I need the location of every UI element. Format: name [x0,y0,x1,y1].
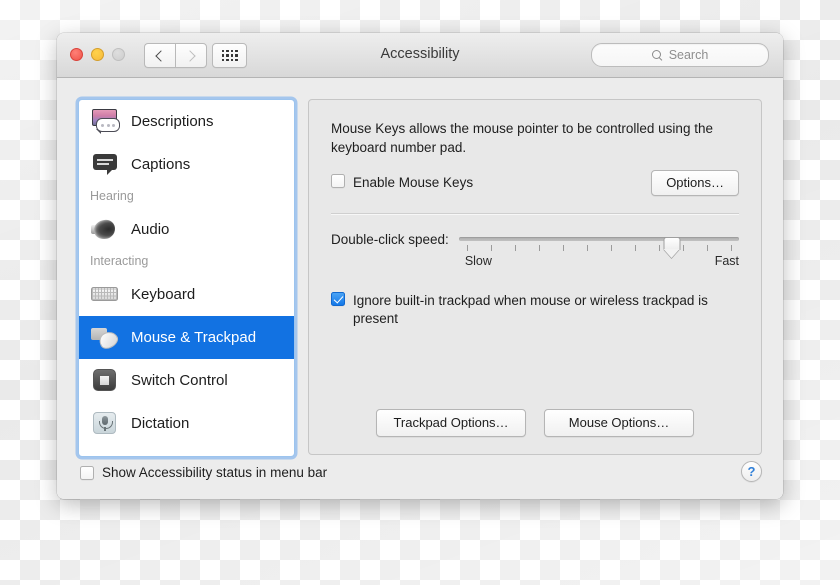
captions-icon [90,151,120,178]
checkbox-label: Show Accessibility status in menu bar [102,465,328,480]
sidebar-item-label: Mouse & Trackpad [131,329,257,346]
trackpad-options-button[interactable]: Trackpad Options… [376,409,526,437]
sidebar-item-label: Audio [131,221,170,238]
search-icon [651,49,663,61]
audio-icon [90,216,120,243]
mouse-trackpad-icon [90,324,121,352]
sidebar-item-switch-control[interactable]: Switch Control [79,359,294,402]
mouse-trackpad-settings-pane: Mouse Keys allows the mouse pointer to b… [308,99,762,455]
window-titlebar: Accessibility Search [57,33,783,78]
checkbox-box [331,292,345,307]
keyboard-icon [90,281,120,308]
search-field[interactable]: Search [591,43,769,67]
sidebar-item-label: Descriptions [131,113,214,130]
accessibility-preferences-window: Accessibility Search Descriptions Captio… [57,33,783,499]
sidebar-item-label: Switch Control [131,372,228,389]
options-button[interactable]: Options… [651,170,739,197]
descriptions-icon [90,108,120,135]
slider-max-label: Fast [714,254,739,269]
accessibility-feature-list: Descriptions Captions Hearing Audio Inte… [78,99,295,457]
ignore-trackpad-row: Ignore built-in trackpad when mouse or w… [331,292,739,328]
sidebar-group-header-hearing: Hearing [90,189,134,203]
enable-mouse-keys-checkbox[interactable]: Enable Mouse Keys [331,174,473,192]
sidebar-item-captions[interactable]: Captions [79,143,294,186]
sidebar-group-header-interacting: Interacting [90,254,149,268]
slider-track[interactable] [458,237,739,251]
window-content: Descriptions Captions Hearing Audio Inte… [57,78,783,499]
double-click-speed-label: Double-click speed: [331,232,449,248]
sidebar-item-descriptions[interactable]: Descriptions [79,100,294,143]
pane-action-buttons: Trackpad Options… Mouse Options… [309,409,761,437]
double-click-speed-row: Double-click speed: Slow Fast [331,231,739,270]
checkbox-label: Ignore built-in trackpad when mouse or w… [353,293,708,327]
sidebar-item-dictation[interactable]: Dictation [79,402,294,445]
slider-min-label: Slow [464,254,492,269]
enable-mouse-keys-row: Enable Mouse Keys Options… [331,170,739,197]
switch-control-icon [90,367,120,394]
search-placeholder: Search [668,48,709,62]
sidebar-item-keyboard[interactable]: Keyboard [79,273,294,316]
window-footer: Show Accessibility status in menu bar ? [57,455,783,499]
dictation-icon [90,410,120,437]
mouse-options-button[interactable]: Mouse Options… [544,409,694,437]
checkbox-label: Enable Mouse Keys [353,175,474,191]
sidebar-item-label: Dictation [131,415,190,432]
checkbox-box [331,174,345,189]
ignore-builtin-trackpad-checkbox[interactable]: Ignore built-in trackpad when mouse or w… [331,292,739,328]
show-accessibility-status-checkbox[interactable]: Show Accessibility status in menu bar [80,464,327,482]
sidebar-item-label: Keyboard [131,286,196,303]
sidebar-item-label: Captions [131,156,191,173]
slider-end-labels: Slow Fast [459,254,739,270]
slider-tick-marks [459,245,739,252]
section-divider [331,213,739,216]
checkbox-box [80,465,94,480]
sidebar-item-mouse-trackpad[interactable]: Mouse & Trackpad [79,316,294,359]
sidebar-item-audio[interactable]: Audio [79,208,294,251]
double-click-speed-slider[interactable]: Slow Fast [458,231,739,270]
help-button[interactable]: ? [741,461,762,482]
mouse-keys-description: Mouse Keys allows the mouse pointer to b… [331,121,713,155]
